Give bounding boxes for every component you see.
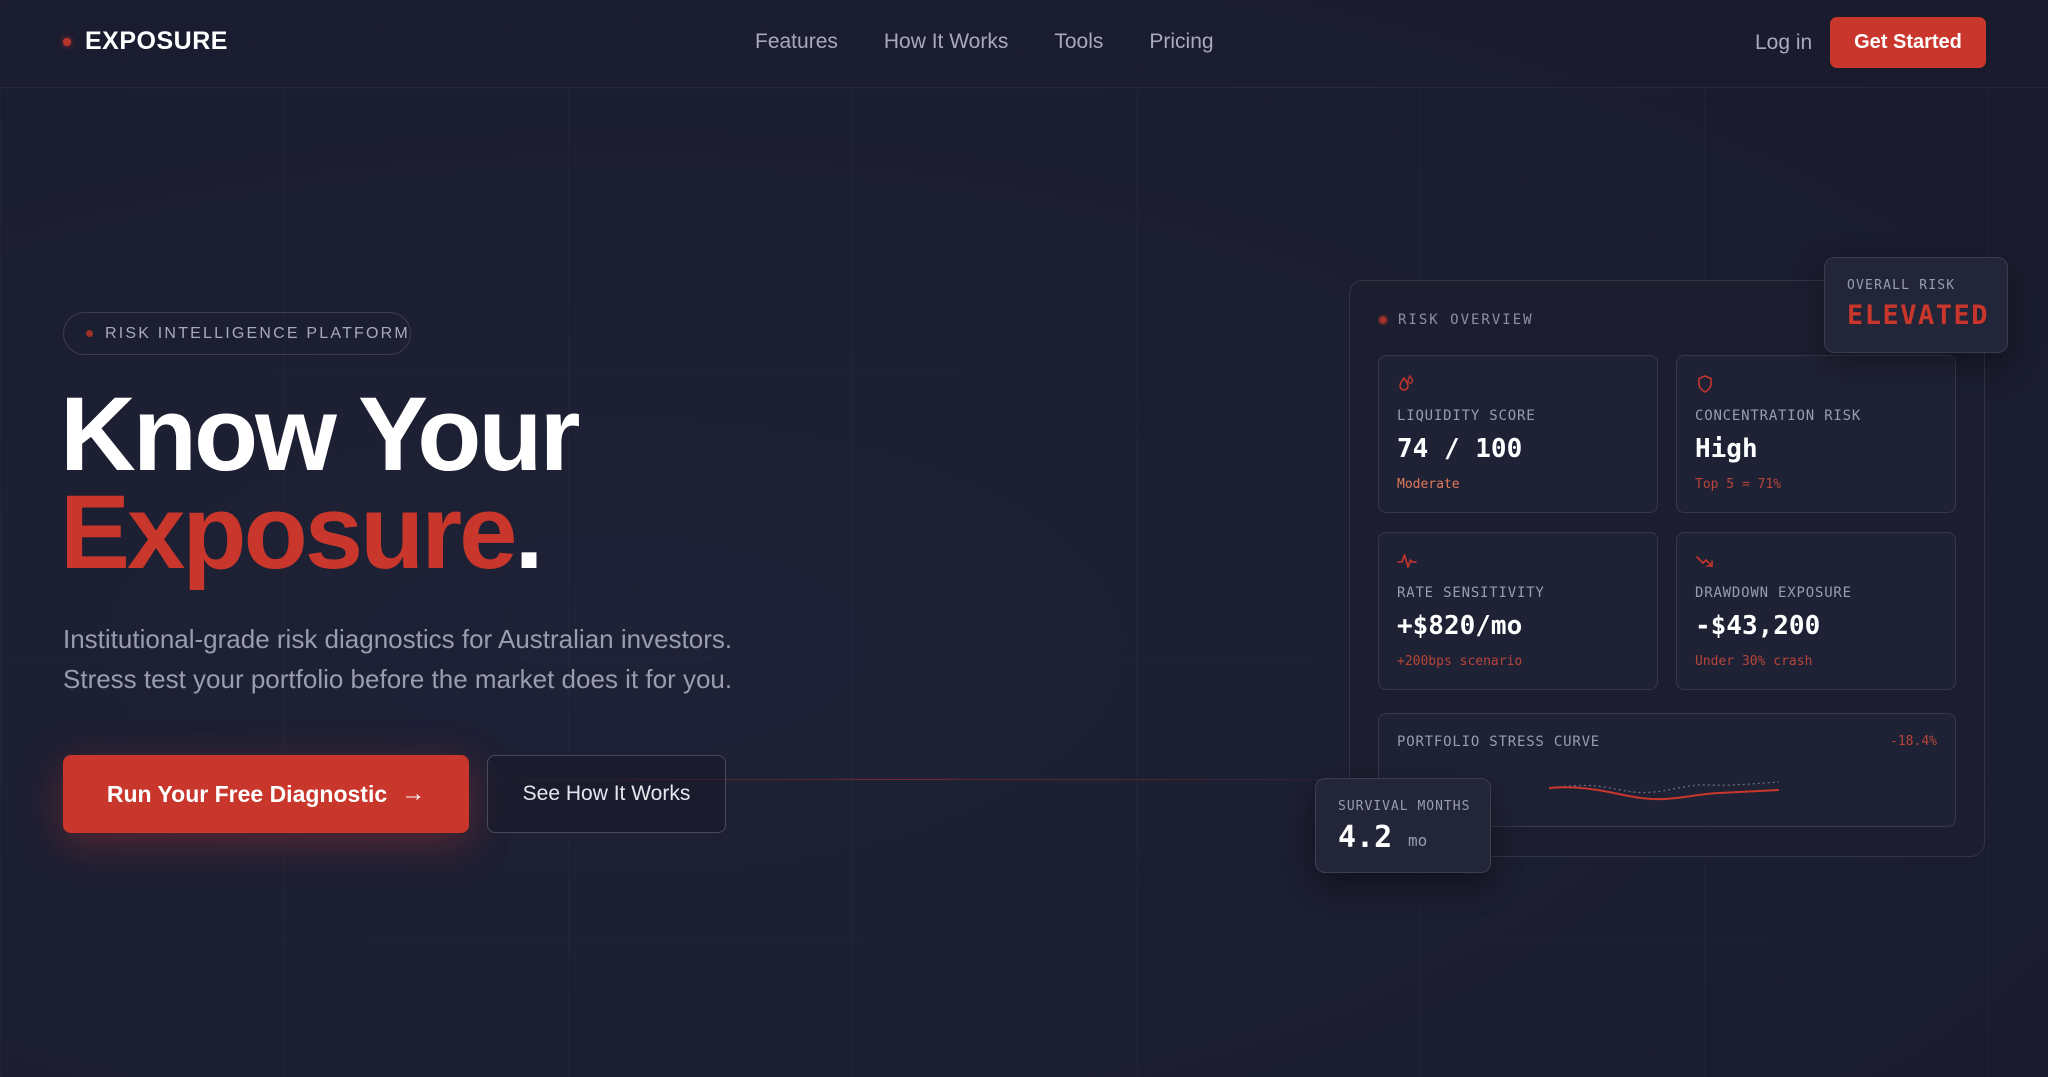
- droplet-icon: [1399, 374, 1414, 391]
- overall-risk-label: OVERALL RISK: [1847, 278, 1956, 293]
- card-value: High: [1695, 434, 1758, 464]
- rate-sensitivity-card[interactable]: RATE SENSITIVITY +$820/mo +200bps scenar…: [1378, 532, 1658, 690]
- logo-text: EXPOSURE: [85, 27, 228, 55]
- pulse-icon: [1397, 554, 1417, 568]
- survival-months-card: SURVIVAL MONTHS 4.2 mo: [1315, 778, 1491, 873]
- card-note: Under 30% crash: [1695, 654, 1813, 669]
- stress-curve-chart: [1549, 781, 1780, 801]
- badge-text: RISK INTELLIGENCE PLATFORM: [105, 324, 410, 342]
- logo[interactable]: EXPOSURE: [63, 27, 228, 56]
- survival-months-label: SURVIVAL MONTHS: [1338, 799, 1471, 814]
- risk-overview-panel: RISK OVERVIEW LIQUIDITY SCORE 74 / 100 M…: [1349, 280, 1985, 857]
- run-diagnostic-label: Run Your Free Diagnostic: [106, 780, 388, 807]
- hero-subtitle-line1: Institutional-grade risk diagnostics for…: [63, 624, 733, 654]
- hero-subtitle-line2: Stress test your portfolio before the ma…: [63, 664, 733, 694]
- trend-down-icon: [1696, 556, 1713, 567]
- stress-curve-label: PORTFOLIO STRESS CURVE: [1397, 734, 1601, 750]
- overall-risk-badge: OVERALL RISK ELEVATED: [1824, 257, 2008, 353]
- card-value: -$43,200: [1695, 611, 1821, 641]
- card-label: RATE SENSITIVITY: [1397, 585, 1545, 601]
- landing-page: EXPOSURE Features How It Works Tools Pri…: [0, 0, 2048, 1077]
- arrow-right-icon: →: [401, 780, 426, 807]
- panel-title: RISK OVERVIEW: [1378, 312, 1534, 328]
- shield-icon: [1698, 375, 1712, 393]
- hero-title-line2: Exposure.: [60, 480, 577, 585]
- survival-months-value: 4.2: [1338, 820, 1393, 855]
- platform-badge: RISK INTELLIGENCE PLATFORM: [63, 312, 411, 355]
- nav-link-how-it-works[interactable]: How It Works: [884, 30, 1008, 54]
- hero-title-line1: Know Your: [60, 376, 580, 493]
- see-how-it-works-button[interactable]: See How It Works: [487, 755, 726, 833]
- nav-link-tools[interactable]: Tools: [1054, 30, 1103, 54]
- concentration-risk-card[interactable]: CONCENTRATION RISK High Top 5 = 71%: [1676, 355, 1956, 513]
- card-label: DRAWDOWN EXPOSURE: [1695, 585, 1852, 601]
- logo-dot-icon: [63, 37, 71, 46]
- nav-link-pricing[interactable]: Pricing: [1149, 30, 1213, 54]
- liquidity-score-card[interactable]: LIQUIDITY SCORE 74 / 100 Moderate: [1378, 355, 1658, 513]
- hero-title-dot: .: [514, 474, 544, 591]
- card-value: 74 / 100: [1397, 434, 1523, 464]
- survival-months-unit: mo: [1408, 831, 1428, 850]
- card-label: CONCENTRATION RISK: [1695, 408, 1862, 424]
- badge-dot-icon: [86, 330, 93, 337]
- top-nav: EXPOSURE Features How It Works Tools Pri…: [0, 0, 2048, 88]
- nav-links: Features How It Works Tools Pricing: [755, 30, 1214, 54]
- get-started-button[interactable]: Get Started: [1830, 17, 1986, 68]
- status-dot-icon: [1378, 315, 1388, 325]
- run-diagnostic-button[interactable]: Run Your Free Diagnostic →: [63, 755, 469, 833]
- stress-curve-change: -18.4%: [1890, 734, 1937, 749]
- login-link[interactable]: Log in: [1755, 31, 1812, 55]
- card-note: Top 5 = 71%: [1695, 477, 1782, 492]
- hero-title-highlight: Exposure: [60, 474, 517, 591]
- hero-subtitle: Institutional-grade risk diagnostics for…: [63, 619, 863, 699]
- stress-curve-line: [1549, 786, 1780, 801]
- hero-title: Know Your Exposure.: [60, 376, 580, 585]
- card-label: LIQUIDITY SCORE: [1397, 408, 1536, 424]
- card-value: +$820/mo: [1397, 611, 1523, 641]
- panel-title-text: RISK OVERVIEW: [1398, 312, 1534, 328]
- card-note: Moderate: [1397, 477, 1460, 492]
- nav-link-features[interactable]: Features: [755, 30, 838, 54]
- drawdown-exposure-card[interactable]: DRAWDOWN EXPOSURE -$43,200 Under 30% cra…: [1676, 532, 1956, 690]
- overall-risk-value: ELEVATED: [1847, 300, 1990, 331]
- card-note: +200bps scenario: [1397, 654, 1523, 669]
